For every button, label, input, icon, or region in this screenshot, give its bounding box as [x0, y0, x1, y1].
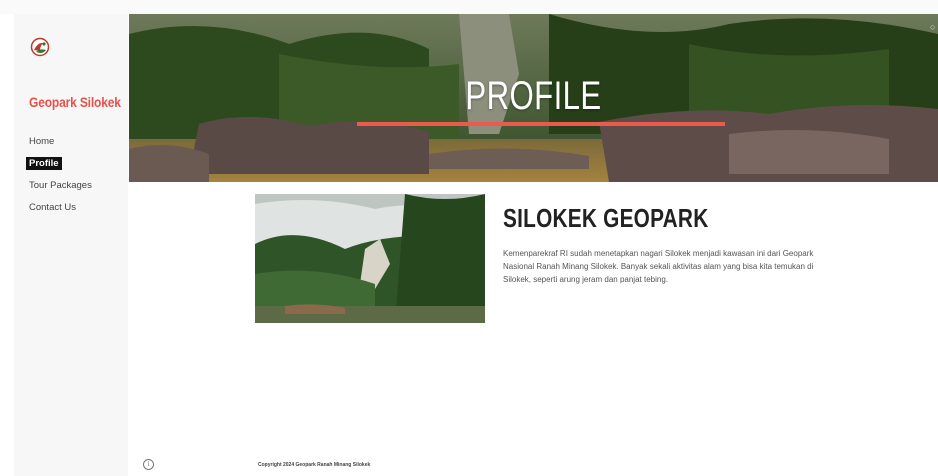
section-heading: SILOKEK GEOPARK	[503, 203, 709, 233]
info-icon[interactable]: i	[143, 459, 154, 470]
nav-item-home[interactable]: Home	[26, 130, 126, 152]
nav-item-tour-packages[interactable]: Tour Packages	[26, 174, 126, 196]
nav-profile-link[interactable]: Profile	[26, 156, 62, 170]
nav-tour-packages-link[interactable]: Tour Packages	[26, 178, 95, 193]
nav-item-contact-us[interactable]: Contact Us	[26, 196, 126, 218]
nav-item-profile[interactable]: Profile	[26, 152, 126, 174]
geopark-photo	[255, 194, 485, 323]
nav-home-link[interactable]: Home	[26, 134, 57, 149]
browser-top-strip	[0, 0, 938, 14]
hero-banner: PROFILE	[129, 14, 938, 182]
main-nav: Home Profile Tour Packages Contact Us	[26, 130, 126, 218]
title-underline	[357, 122, 725, 126]
search-icon[interactable]: ○	[930, 22, 935, 32]
sidebar: Geopark Silokek Home Profile Tour Packag…	[14, 14, 128, 476]
page-title: PROFILE	[465, 74, 602, 118]
brand-name[interactable]: Geopark Silokek	[29, 94, 121, 110]
nav-contact-us-link[interactable]: Contact Us	[26, 200, 79, 215]
geopark-logo-icon[interactable]	[30, 37, 50, 57]
footer-copyright: Copyright 2024 Geopark Ranah Minang Silo…	[258, 462, 371, 468]
section-description: Kemenparekraf RI sudah menetapkan nagari…	[503, 249, 814, 284]
